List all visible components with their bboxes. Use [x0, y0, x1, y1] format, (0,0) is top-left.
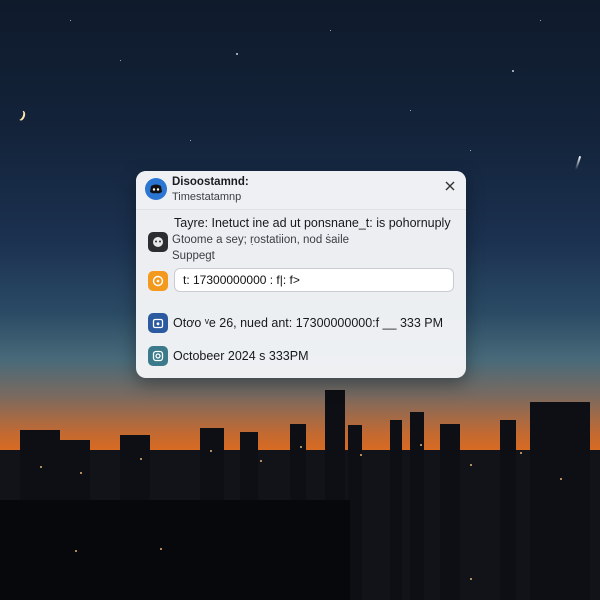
star: [540, 20, 541, 21]
building: [440, 424, 460, 600]
city-light: [420, 444, 422, 446]
calendar-icon: [148, 313, 168, 333]
city-light: [300, 446, 302, 448]
star: [330, 30, 331, 31]
app-subtitle: Timestatamnp: [172, 191, 242, 203]
star: [190, 140, 191, 141]
star: [70, 20, 71, 21]
discord-icon: [145, 178, 167, 200]
timestamp-input[interactable]: t: 17300000000 : f|: f>: [174, 268, 454, 292]
city-light: [260, 460, 262, 462]
building: [530, 402, 590, 600]
city-light: [360, 454, 362, 456]
city-light: [80, 472, 82, 474]
city-light: [75, 550, 77, 552]
building-foreground: [0, 500, 350, 600]
bot-icon: [148, 232, 168, 252]
notification-card[interactable]: Disoostamnd: Timestatamnp Tayre: Inetuct…: [136, 171, 466, 378]
building: [348, 425, 362, 600]
star: [236, 53, 238, 55]
meteor-icon: [574, 156, 582, 170]
date-line-2: Octobeer 2024 s 333PM: [173, 349, 309, 363]
desktop-background: Disoostamnd: Timestatamnp Tayre: Inetuct…: [0, 0, 600, 600]
close-button[interactable]: [442, 178, 458, 194]
building: [410, 412, 424, 600]
message-line-3: Suppegt: [172, 250, 215, 262]
star: [120, 60, 121, 61]
building: [500, 420, 516, 600]
camera-icon: [148, 346, 168, 366]
city-light: [470, 578, 472, 580]
clock-icon: [148, 271, 168, 291]
city-light: [140, 458, 142, 460]
city-light: [470, 464, 472, 466]
notification-header: Disoostamnd: Timestatamnp: [136, 171, 466, 210]
city-light: [560, 478, 562, 480]
city-light: [160, 548, 162, 550]
building: [390, 420, 402, 600]
city-skyline: [0, 390, 600, 600]
city-light: [210, 450, 212, 452]
app-name: Disoostamnd:: [172, 176, 249, 188]
star: [470, 150, 471, 151]
moon-icon: [15, 109, 24, 120]
city-light: [520, 452, 522, 454]
star: [512, 70, 514, 72]
discord-glyph: [150, 184, 162, 194]
star: [410, 110, 411, 111]
city-light: [40, 466, 42, 468]
message-line-1: Tayre: Inetuct ine ad ut ponsnane_t: is …: [174, 216, 451, 230]
close-icon: [445, 181, 455, 191]
date-line-1: Otơo ᵛe 26, nued ant: 17300000000:f __ 3…: [173, 316, 444, 330]
message-line-2: Gtoome a sey; ṛostatiion, nod ṡaile: [172, 234, 350, 246]
